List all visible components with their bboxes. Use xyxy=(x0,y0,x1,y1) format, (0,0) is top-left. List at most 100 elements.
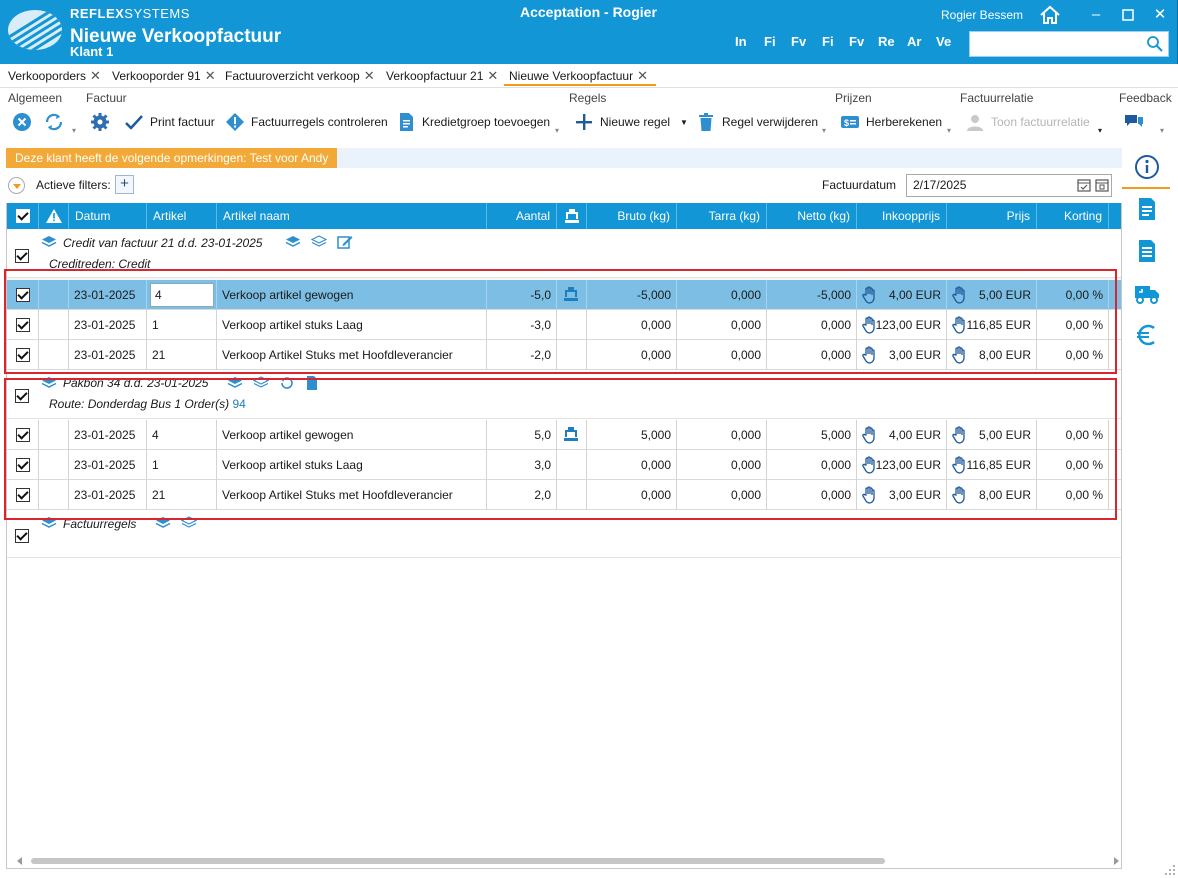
truck-icon[interactable] xyxy=(1134,280,1160,306)
refresh-button[interactable] xyxy=(44,110,70,134)
header-datum[interactable]: Datum xyxy=(69,203,147,229)
close-icon[interactable]: ✕ xyxy=(487,68,498,84)
brand-name: REFLEXSYSTEMS xyxy=(70,6,190,21)
layers-icon xyxy=(41,236,57,247)
invoice-date-value: 2/17/2025 xyxy=(913,178,967,192)
algemeen-dropdown[interactable]: ▾ xyxy=(72,126,76,135)
group-label-feedback: Feedback xyxy=(1119,91,1172,105)
document-list-icon[interactable] xyxy=(1134,238,1160,264)
scroll-left-icon[interactable] xyxy=(15,856,25,866)
invoice-date-field[interactable]: 2/17/2025 xyxy=(906,174,1112,197)
delete-line-button[interactable]: Regel verwijderen xyxy=(696,110,818,134)
print-invoice-button[interactable]: Print factuur xyxy=(124,110,215,134)
header-bruto[interactable]: Bruto (kg) xyxy=(587,203,677,229)
header-select-all[interactable] xyxy=(7,203,39,229)
grid-header: Datum Artikel Artikel naam Aantal Bruto … xyxy=(7,203,1121,229)
quick-link-fi[interactable]: Fi xyxy=(764,34,776,49)
user-name[interactable]: Rogier Bessem xyxy=(941,8,1023,22)
minimize-button[interactable]: – xyxy=(1084,4,1108,26)
new-line-dropdown-icon[interactable]: ▼ xyxy=(680,118,688,127)
header-netto[interactable]: Netto (kg) xyxy=(767,203,857,229)
tab-verkooporders[interactable]: Verkooporders ✕ xyxy=(8,68,101,84)
user-icon xyxy=(967,115,983,131)
document-icon xyxy=(400,113,413,131)
window-subtitle: Klant 1 xyxy=(70,44,114,59)
warning-icon xyxy=(46,209,62,223)
tab-verkoopfactuur-21[interactable]: Verkoopfactuur 21 ✕ xyxy=(386,68,498,84)
header-artikel-naam[interactable]: Artikel naam xyxy=(217,203,487,229)
home-icon[interactable] xyxy=(1038,4,1062,26)
document-icon[interactable] xyxy=(1134,196,1160,222)
maximize-button[interactable] xyxy=(1116,4,1140,26)
tab-factuuroverzicht[interactable]: Factuuroverzicht verkoop ✕ xyxy=(225,68,375,84)
feedback-button[interactable] xyxy=(1124,110,1150,134)
factuur-dropdown[interactable]: ▾ xyxy=(555,126,559,135)
header-artikel[interactable]: Artikel xyxy=(147,203,217,229)
feedback-dropdown[interactable]: ▾ xyxy=(1160,126,1164,135)
group-label-factuurrelatie: Factuurrelatie xyxy=(960,91,1034,105)
tab-verkooporder-91[interactable]: Verkooporder 91 ✕ xyxy=(112,68,216,84)
calendar-check-icon[interactable] xyxy=(1077,178,1091,192)
svg-text:$: $ xyxy=(844,118,849,128)
resize-grip-icon[interactable] xyxy=(1164,864,1176,876)
warning-diamond-icon xyxy=(226,113,244,131)
customer-remarks-banner: Deze klant heeft de volgende opmerkingen… xyxy=(6,148,338,168)
header-aantal[interactable]: Aantal xyxy=(487,203,557,229)
new-line-button[interactable]: Nieuwe regel ▼ xyxy=(574,110,688,134)
calendar-icon[interactable] xyxy=(1095,178,1109,192)
close-window-button[interactable]: ✕ xyxy=(1148,4,1172,26)
quick-link-re[interactable]: Re xyxy=(878,34,895,49)
highlight-box-pakbon xyxy=(4,378,1117,520)
environment-title: Acceptation - Rogier xyxy=(520,4,657,20)
euro-icon[interactable] xyxy=(1134,322,1160,348)
prijzen-dropdown[interactable]: ▾ xyxy=(947,126,951,135)
check-lines-button[interactable]: Factuurregels controleren xyxy=(225,110,388,134)
price-tag-icon: $ xyxy=(841,116,859,128)
group-title: Credit van factuur 21 d.d. 23-01-2025 xyxy=(63,236,263,250)
header-tarra[interactable]: Tarra (kg) xyxy=(677,203,767,229)
close-icon[interactable]: ✕ xyxy=(90,68,101,84)
info-icon[interactable] xyxy=(1134,154,1160,180)
collapse-layers-icon[interactable] xyxy=(311,235,327,249)
scroll-right-icon[interactable] xyxy=(1111,856,1121,866)
add-filter-button[interactable]: + xyxy=(115,175,134,194)
quick-link-in[interactable]: In xyxy=(735,34,747,49)
title-bar: REFLEXSYSTEMS Nieuwe Verkoopfactuur Klan… xyxy=(0,0,1178,64)
plus-icon xyxy=(576,114,592,130)
quick-link-fv-2[interactable]: Fv xyxy=(849,34,864,49)
expand-layers-icon[interactable] xyxy=(285,235,301,249)
quick-link-ve[interactable]: Ve xyxy=(936,34,951,49)
cancel-button[interactable] xyxy=(12,110,38,134)
quick-link-fv[interactable]: Fv xyxy=(791,34,806,49)
settings-button[interactable] xyxy=(90,110,116,134)
header-prijs[interactable]: Prijs xyxy=(947,203,1037,229)
scrollbar-thumb[interactable] xyxy=(31,858,885,864)
group-label-regels: Regels xyxy=(569,91,607,105)
edit-icon[interactable] xyxy=(337,235,353,249)
regels-dropdown[interactable]: ▾ xyxy=(822,126,826,135)
group-label-factuur: Factuur xyxy=(86,91,127,105)
filter-toggle-button[interactable] xyxy=(8,177,25,194)
checkmark-icon xyxy=(125,115,143,130)
close-icon[interactable]: ✕ xyxy=(205,68,216,84)
search-input[interactable] xyxy=(969,31,1169,57)
header-scale xyxy=(557,203,587,229)
factuurrelatie-dropdown[interactable]: ▾ xyxy=(1098,126,1102,135)
recalculate-button[interactable]: $ Herberekenen xyxy=(840,110,942,134)
horizontal-scrollbar[interactable] xyxy=(15,855,1121,865)
ribbon-toolbar: Algemeen Factuur Regels Prijzen Factuurr… xyxy=(0,88,1178,142)
quick-link-fi-2[interactable]: Fi xyxy=(822,34,834,49)
header-inkoopprijs[interactable]: Inkoopprijs xyxy=(857,203,947,229)
tab-nieuwe-verkoopfactuur[interactable]: Nieuwe Verkoopfactuur ✕ xyxy=(509,68,648,84)
select-all-checkbox[interactable] xyxy=(16,209,30,223)
quick-link-ar[interactable]: Ar xyxy=(907,34,921,49)
group-checkbox[interactable] xyxy=(15,249,29,263)
show-invoice-relation-button[interactable]: Toon factuurrelatie xyxy=(965,110,1090,134)
add-credit-group-button[interactable]: Kredietgroep toevoegen xyxy=(396,110,550,134)
invoice-date-label: Factuurdatum xyxy=(822,178,897,192)
header-korting[interactable]: Korting xyxy=(1037,203,1109,229)
group-checkbox[interactable] xyxy=(15,529,29,543)
close-icon[interactable]: ✕ xyxy=(364,68,375,84)
search-icon[interactable] xyxy=(1146,35,1164,53)
close-icon[interactable]: ✕ xyxy=(637,68,648,84)
